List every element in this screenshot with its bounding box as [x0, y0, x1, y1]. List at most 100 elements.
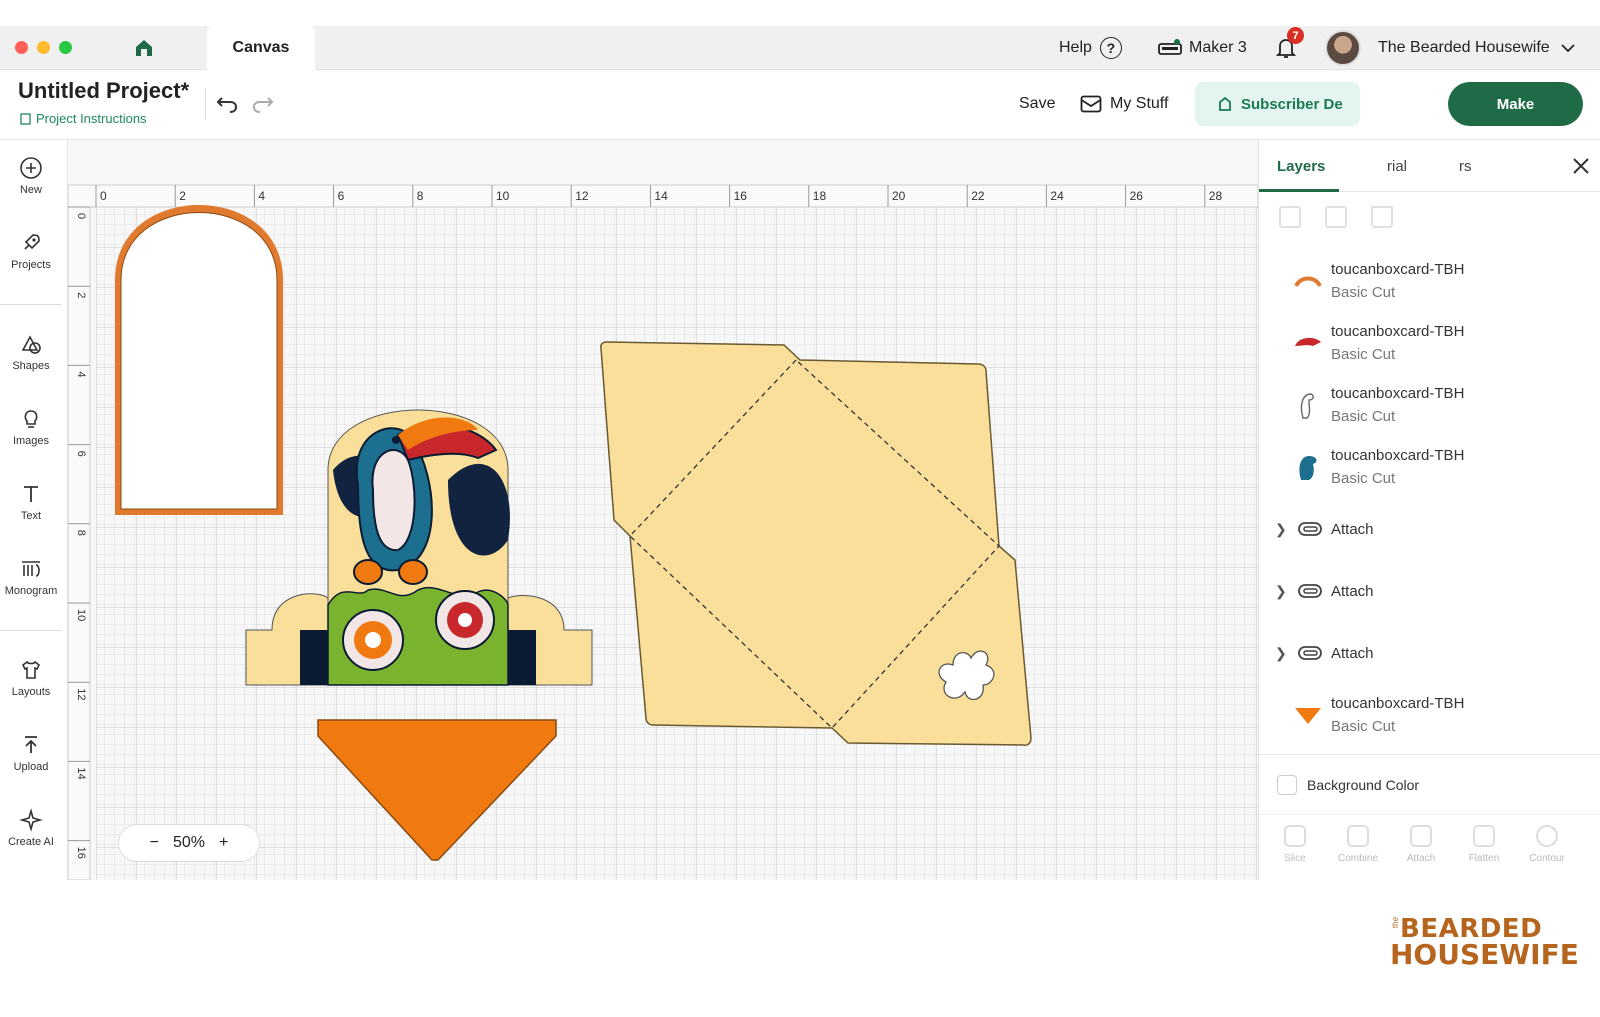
undo-icon[interactable] [214, 90, 240, 116]
layer-thumbnail [1295, 337, 1321, 346]
duplicate-icon[interactable] [1325, 206, 1347, 228]
sidebar-item-layouts[interactable]: Layouts [0, 658, 62, 698]
chevron-right-icon[interactable]: ❯ [1275, 645, 1287, 662]
sidebar-item-monogram[interactable]: Monogram [0, 557, 62, 597]
ruler-label: 12 [75, 688, 87, 700]
home-icon[interactable] [133, 37, 155, 59]
group-icon[interactable] [1279, 206, 1301, 228]
attach-icon [1298, 584, 1322, 598]
tab-layers[interactable]: Layers [1277, 158, 1325, 175]
sidebar-divider [0, 304, 62, 305]
group-label: Attach [1331, 582, 1374, 600]
tab-colors[interactable]: rs [1459, 158, 1472, 175]
sidebar-label-monogram: Monogram [4, 585, 58, 597]
combine-icon [1347, 825, 1369, 847]
help-button[interactable]: Help ? [1059, 26, 1122, 70]
attach-group[interactable]: ❯ Attach [1259, 622, 1600, 684]
slice-label: Slice [1284, 853, 1306, 864]
layer-operation: Basic Cut [1331, 284, 1396, 301]
attach-tool[interactable]: Attach [1390, 825, 1452, 864]
combine-label: Combine [1337, 853, 1379, 864]
bearded-housewife-logo: the BEARDED HOUSEWIFE [1390, 914, 1579, 984]
ruler-label: 28 [1209, 189, 1223, 203]
make-button[interactable]: Make [1448, 82, 1583, 126]
sidebar-label-images: Images [12, 435, 50, 447]
project-header: Untitled Project* Project Instructions S… [0, 70, 1600, 140]
slice-icon [1284, 825, 1306, 847]
combine-tool[interactable]: Combine [1327, 825, 1389, 864]
document-icon [20, 112, 31, 125]
background-color-row: Background Color [1259, 754, 1600, 814]
attach-group[interactable]: ❯ Attach [1259, 560, 1600, 622]
layer-item[interactable]: toucanboxcard-TBH Basic Cut [1259, 436, 1600, 498]
machine-selector[interactable]: Maker 3 [1157, 26, 1247, 70]
shapes-icon [21, 335, 41, 354]
sidebar-label-upload: Upload [13, 761, 49, 773]
ruler-label: 10 [75, 609, 87, 621]
layer-thumbnail [1299, 456, 1317, 480]
subscriber-deals-button[interactable]: Subscriber De [1195, 82, 1360, 126]
close-window-button[interactable] [15, 41, 28, 54]
account-menu[interactable]: The Bearded Housewife [1378, 26, 1576, 70]
sidebar-label-projects: Projects [11, 259, 51, 271]
attach-label: Attach [1406, 853, 1436, 864]
slice-tool[interactable]: Slice [1264, 825, 1326, 864]
contour-tool[interactable]: Contour [1516, 825, 1578, 864]
sidebar-item-images[interactable]: Images [0, 407, 62, 447]
chevron-right-icon[interactable]: ❯ [1275, 583, 1287, 600]
ruler-label: 14 [654, 189, 668, 203]
chevron-right-icon[interactable]: ❯ [1275, 521, 1287, 538]
ruler-label: 4 [75, 371, 87, 377]
close-icon[interactable] [1571, 156, 1591, 176]
envelope-shape[interactable] [600, 341, 1032, 746]
text-icon [24, 486, 38, 502]
layer-item[interactable]: toucanboxcard-TBH Basic Cut [1259, 374, 1600, 436]
layer-item[interactable]: toucanboxcard-TBH Basic Cut [1259, 684, 1600, 746]
sidebar-item-new[interactable]: New [0, 156, 62, 196]
ruler-label: 10 [496, 189, 510, 203]
trash-icon[interactable] [1371, 206, 1393, 228]
sparkle-icon [19, 808, 43, 832]
sidebar-divider [0, 630, 62, 631]
layer-thumbnail [1295, 708, 1321, 724]
flatten-tool[interactable]: Flatten [1453, 825, 1515, 864]
minimize-window-button[interactable] [37, 41, 50, 54]
ruler-label: 8 [417, 189, 424, 203]
maximize-window-button[interactable] [59, 41, 72, 54]
project-instructions-link[interactable]: Project Instructions [20, 111, 147, 126]
sidebar-item-upload[interactable]: Upload [0, 733, 62, 773]
sidebar-item-text[interactable]: Text [0, 482, 62, 522]
avatar[interactable] [1325, 30, 1361, 66]
redo-icon[interactable] [250, 90, 276, 116]
sidebar-label-new: New [19, 184, 42, 196]
sidebar-label-layouts: Layouts [11, 686, 51, 698]
tab-canvas[interactable]: Canvas [207, 26, 315, 70]
panel-tabs: Layers rial rs [1259, 140, 1600, 192]
design-canvas[interactable]: 0 2 4 6 8 10 12 14 16 18 20 22 24 26 28 0 2 4 6 8 10 12 14 16 [67, 80, 1450, 881]
zoom-level: 50% [172, 834, 206, 851]
notification-badge: 7 [1287, 27, 1304, 44]
chevron-down-icon [1561, 44, 1575, 53]
group-label: Attach [1331, 520, 1374, 538]
layer-item[interactable]: toucanboxcard-TBH Basic Cut [1259, 312, 1600, 374]
layer-thumbnail [1294, 276, 1322, 288]
project-title[interactable]: Untitled Project* [18, 78, 189, 104]
attach-group[interactable]: ❯ Attach [1259, 498, 1600, 560]
shirt-icon [21, 660, 41, 679]
machine-label: Maker 3 [1189, 39, 1247, 56]
layer-name: toucanboxcard-TBH [1331, 447, 1465, 464]
sidebar-item-projects[interactable]: Projects [0, 231, 62, 271]
ruler-label: 20 [892, 189, 906, 203]
sidebar-item-create-ai[interactable]: Create AI [0, 808, 62, 848]
save-button[interactable]: Save [1019, 90, 1055, 118]
upload-icon [25, 736, 37, 753]
sidebar-item-shapes[interactable]: Shapes [0, 332, 62, 372]
layer-item[interactable]: toucanboxcard-TBH Basic Cut [1259, 250, 1600, 312]
background-color-checkbox[interactable] [1277, 775, 1297, 795]
header-divider [205, 88, 206, 120]
zoom-in-button[interactable]: + [219, 834, 228, 852]
my-stuff-button[interactable]: My Stuff [1080, 90, 1168, 118]
tab-materials[interactable]: rial [1387, 158, 1407, 175]
arch-frame-inner [120, 212, 278, 510]
zoom-out-button[interactable]: − [150, 834, 159, 852]
